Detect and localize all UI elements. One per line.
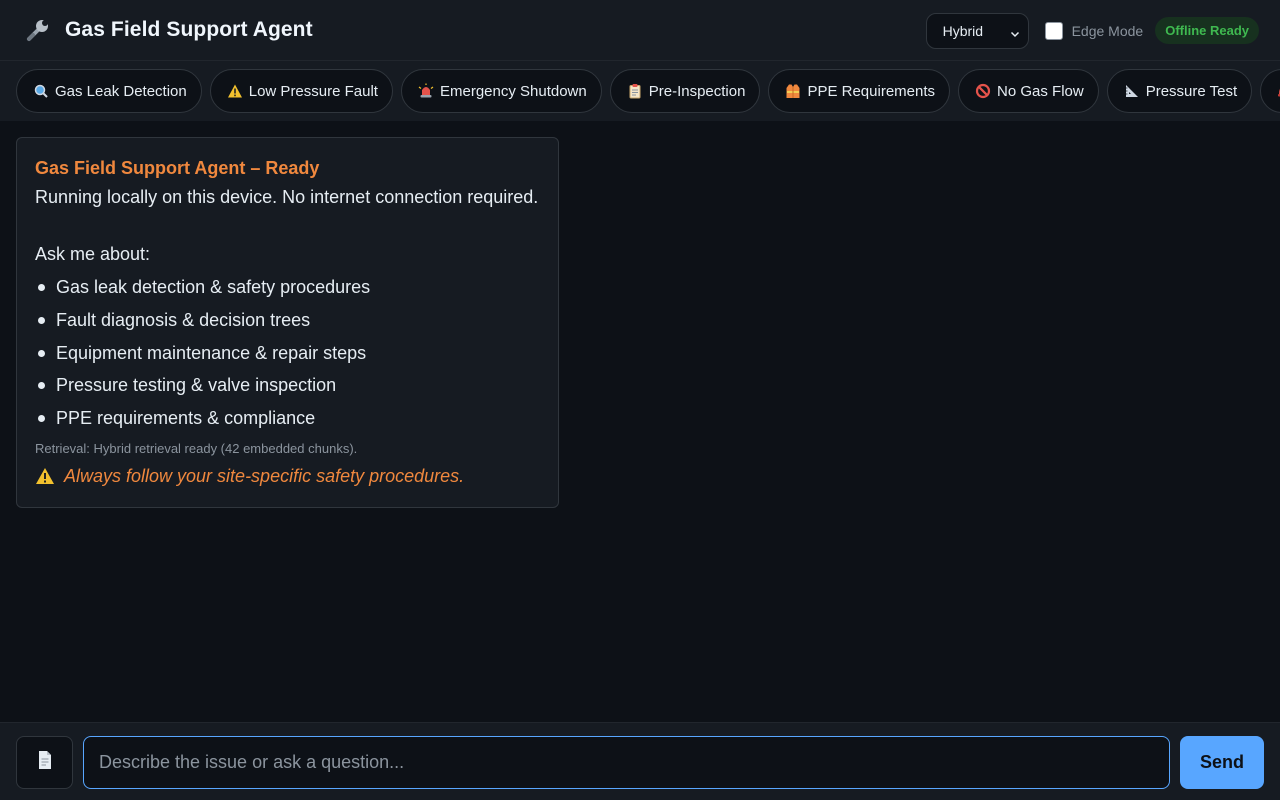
quick-action-gas-leak-detection[interactable]: Gas Leak Detection <box>16 69 202 113</box>
bullet-icon <box>38 316 45 324</box>
warning-icon <box>227 83 243 99</box>
quick-action-label: Pre-Inspection <box>648 82 746 100</box>
retrieval-mode-select[interactable]: Hybrid <box>925 12 1029 49</box>
quick-action-emergency-shutdown[interactable]: Emergency Shutdown <box>400 69 602 113</box>
welcome-message: Gas Field Support Agent – Ready Running … <box>16 137 559 508</box>
edge-mode-checkbox[interactable] <box>1044 21 1063 40</box>
prohibited-icon <box>975 83 991 99</box>
edge-mode-label: Edge Mode <box>1071 22 1144 39</box>
composer: Send <box>0 722 1280 800</box>
magnifier-icon <box>33 83 49 99</box>
list-item: Equipment maintenance & repair steps <box>35 342 540 375</box>
topic-list: Gas leak detection & safety procedures F… <box>35 276 540 440</box>
safety-warning-text: Always follow your site-specific safety … <box>64 465 465 486</box>
bullet-icon <box>38 284 45 291</box>
safety-vest-icon <box>785 83 801 99</box>
safety-warning: Always follow your site-specific safety … <box>35 466 540 487</box>
attach-document-button[interactable] <box>16 736 73 789</box>
list-item: Gas leak detection & safety procedures <box>35 276 540 309</box>
quick-actions-bar: Gas Leak Detection Low Pressure Fault Em… <box>0 61 1280 121</box>
triangular-ruler-icon <box>1124 83 1140 99</box>
quick-actions-list: Gas Leak Detection Low Pressure Fault Em… <box>16 69 1280 113</box>
bullet-icon <box>38 415 45 423</box>
topic-text: Fault diagnosis & decision trees <box>56 309 311 330</box>
topic-text: PPE requirements & compliance <box>56 408 316 429</box>
bullet-icon <box>38 382 45 390</box>
quick-action-label: Pressure Test <box>1145 82 1238 100</box>
topic-text: Pressure testing & valve inspection <box>56 375 337 396</box>
wrench-icon <box>25 17 51 43</box>
siren-icon <box>418 83 434 99</box>
quick-action-low-pressure-fault[interactable]: Low Pressure Fault <box>209 69 393 113</box>
chat-area[interactable]: Gas Field Support Agent – Ready Running … <box>0 121 1280 722</box>
quick-action-pressure-test[interactable]: Pressure Test <box>1106 69 1253 113</box>
quick-action-label: No Gas Flow <box>997 82 1084 100</box>
quick-action-ppe-requirements[interactable]: PPE Requirements <box>768 69 951 113</box>
list-item: Fault diagnosis & decision trees <box>35 309 540 342</box>
document-icon <box>36 750 54 775</box>
quick-action-label: Low Pressure Fault <box>248 82 378 100</box>
quick-action-more[interactable] <box>1260 69 1280 113</box>
retrieval-status: Retrieval: Hybrid retrieval ready (42 em… <box>35 440 358 456</box>
message-input[interactable] <box>83 736 1170 789</box>
edge-mode-toggle[interactable]: Edge Mode <box>1044 21 1144 40</box>
brand: Gas Field Support Agent <box>25 17 313 43</box>
send-button[interactable]: Send <box>1180 736 1264 789</box>
topic-text: Gas leak detection & safety procedures <box>56 277 371 297</box>
app-title: Gas Field Support Agent <box>65 18 313 41</box>
quick-action-label: PPE Requirements <box>807 82 936 100</box>
chevron-down-icon <box>1010 26 1020 37</box>
status-badge: Offline Ready <box>1155 17 1259 44</box>
quick-action-label: Emergency Shutdown <box>439 82 587 100</box>
header-controls: Hybrid Edge Mode Offline Ready <box>925 0 1259 61</box>
quick-action-pre-inspection[interactable]: Pre-Inspection <box>609 69 761 113</box>
list-item: Pressure testing & valve inspection <box>35 374 540 407</box>
warning-icon <box>35 467 55 485</box>
clipboard-icon <box>627 83 643 99</box>
welcome-ask: Ask me about: <box>35 244 151 264</box>
welcome-subtitle: Running locally on this device. No inter… <box>35 187 539 207</box>
topic-text: Equipment maintenance & repair steps <box>56 342 367 363</box>
retrieval-mode-value: Hybrid <box>942 22 984 39</box>
bullet-icon <box>38 349 45 357</box>
list-item: PPE requirements & compliance <box>35 407 540 440</box>
quick-action-label: Gas Leak Detection <box>55 82 187 100</box>
app-header: Gas Field Support Agent Hybrid Edge Mode… <box>0 0 1280 61</box>
welcome-title: Gas Field Support Agent – Ready <box>35 158 320 178</box>
quick-action-no-gas-flow[interactable]: No Gas Flow <box>958 69 1099 113</box>
